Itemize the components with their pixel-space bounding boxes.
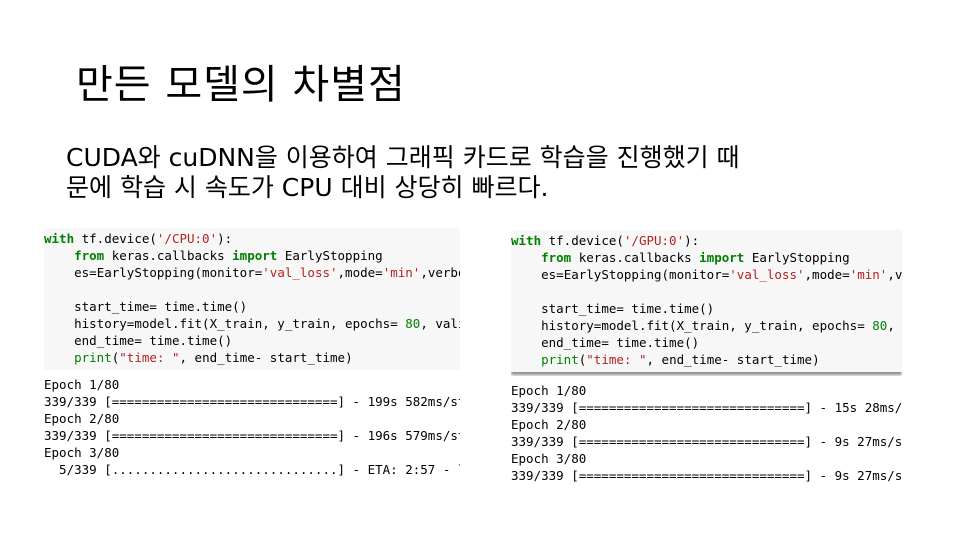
gpu-output: Epoch 1/80 339/339 [====================… — [511, 376, 902, 484]
slide-title: 만든 모델의 차별점 — [76, 62, 406, 108]
output-line: Epoch 1/80 — [44, 377, 120, 392]
gpu-code-cell: with tf.device('/GPU:0'): from keras.cal… — [511, 230, 902, 372]
cpu-output: Epoch 1/80 339/339 [====================… — [44, 370, 460, 478]
output-line: 339/339 [==============================]… — [511, 434, 902, 449]
body-line-2: 문에 학습 시 속도가 CPU 대비 상당히 빠르다. — [66, 173, 549, 202]
cpu-notebook-screenshot: with tf.device('/CPU:0'): from keras.cal… — [44, 228, 460, 484]
code-line-import: from keras.callbacks import EarlyStoppin… — [74, 248, 383, 263]
output-line: Epoch 3/80 — [44, 445, 120, 460]
output-line: Epoch 2/80 — [44, 411, 120, 426]
code-line-print: print("time: ", end_time- start_time) — [541, 352, 820, 367]
output-line: 339/339 [==============================]… — [511, 400, 902, 415]
slide-body-text: CUDA와 cuDNN을 이용하여 그래픽 카드로 학습을 진행했기 때 문에 … — [66, 143, 886, 203]
code-line-earlystopping: es=EarlyStopping(monitor='val_loss',mode… — [74, 265, 460, 280]
output-line: Epoch 3/80 — [511, 451, 587, 466]
output-line: Epoch 2/80 — [511, 417, 587, 432]
code-line-start-time: start_time= time.time() — [74, 299, 248, 314]
code-line-fit: history=model.fit(X_train, y_train, epoc… — [74, 316, 460, 331]
code-line-start-time: start_time= time.time() — [541, 301, 715, 316]
output-line: 339/339 [==============================]… — [511, 468, 902, 483]
body-line-1: CUDA와 cuDNN을 이용하여 그래픽 카드로 학습을 진행했기 때 — [66, 143, 740, 172]
code-line-with: with tf.device('/CPU:0'): — [44, 231, 233, 246]
output-line: 5/339 [..............................] -… — [44, 462, 460, 477]
code-line-end-time: end_time= time.time() — [541, 335, 700, 350]
code-line-import: from keras.callbacks import EarlyStoppin… — [541, 250, 850, 265]
code-line-earlystopping: es=EarlyStopping(monitor='val_loss',mode… — [541, 267, 902, 282]
code-line-print: print("time: ", end_time- start_time) — [74, 350, 353, 365]
code-line-end-time: end_time= time.time() — [74, 333, 233, 348]
code-line-with: with tf.device('/GPU:0'): — [511, 233, 700, 248]
gpu-notebook-screenshot: with tf.device('/GPU:0'): from keras.cal… — [511, 230, 902, 488]
cpu-code-cell: with tf.device('/CPU:0'): from keras.cal… — [44, 228, 460, 370]
output-line: 339/339 [==============================]… — [44, 428, 460, 443]
output-line: Epoch 1/80 — [511, 383, 587, 398]
code-line-fit: history=model.fit(X_train, y_train, epoc… — [541, 318, 895, 333]
output-line: 339/339 [==============================]… — [44, 394, 460, 409]
